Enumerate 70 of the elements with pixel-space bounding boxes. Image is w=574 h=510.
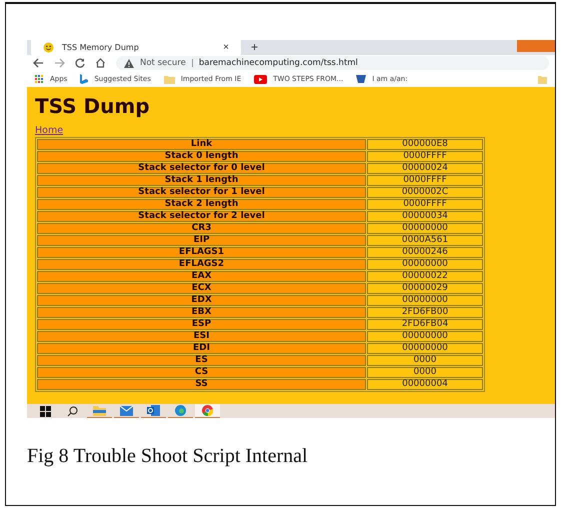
shield-icon: [356, 74, 366, 84]
address-bar[interactable]: Not secure baremachinecomputing.com/tss.html: [116, 56, 549, 70]
mail-icon[interactable]: [120, 406, 133, 416]
register-name-cell: EDI: [37, 343, 366, 354]
register-name-cell: Link: [37, 139, 366, 150]
close-tab-button[interactable]: ×: [223, 42, 229, 52]
register-name-cell: EBX: [37, 307, 366, 318]
register-name-cell: EFLAGS1: [37, 247, 366, 258]
url-text: baremachinecomputing.com/tss.html: [198, 58, 358, 68]
register-name-cell: ESI: [37, 331, 366, 342]
register-value-cell: 00000000: [367, 223, 483, 234]
register-name-cell: EDX: [37, 295, 366, 306]
b-logo-icon: [80, 74, 88, 84]
browser-tab[interactable]: TSS Memory Dump ×: [31, 40, 241, 55]
register-value-cell: 0000: [367, 367, 483, 378]
register-value-cell: 00000029: [367, 283, 483, 294]
register-value-cell: 0000: [367, 355, 483, 366]
register-value-cell: 00000000: [367, 295, 483, 306]
register-value-cell: 00000000: [367, 343, 483, 354]
figure-caption: Fig 8 Trouble Shoot Script Internal: [27, 445, 309, 468]
register-value-cell: 00000022: [367, 271, 483, 282]
register-name-cell: Stack 2 length: [37, 199, 366, 210]
register-value-cell: 0000FFFF: [367, 199, 483, 210]
play-icon: [254, 74, 268, 84]
register-value-cell: 0000002C: [367, 187, 483, 198]
tab-title: TSS Memory Dump: [62, 43, 140, 52]
register-name-cell: ECX: [37, 283, 366, 294]
register-value-cell: 2FD6FB00: [367, 307, 483, 318]
register-name-cell: Stack selector for 1 level: [37, 187, 366, 198]
register-value-cell: 2FD6FB04: [367, 319, 483, 330]
smiley-icon: [43, 42, 54, 53]
browser-icon[interactable]: [175, 405, 186, 416]
register-value-cell: 00000024: [367, 163, 483, 174]
register-value-cell: 0000FFFF: [367, 151, 483, 162]
grid-icon: [35, 74, 44, 84]
register-name-cell: EAX: [37, 271, 366, 282]
register-name-cell: CS: [37, 367, 366, 378]
register-name-cell: Stack selector for 2 level: [37, 211, 366, 222]
envelope-icon[interactable]: [147, 405, 160, 416]
register-value-cell: 0000A561: [367, 235, 483, 246]
register-name-cell: ES: [37, 355, 366, 366]
register-value-cell: 0000FFFF: [367, 175, 483, 186]
home-link[interactable]: Home: [35, 125, 548, 137]
search-icon[interactable]: [67, 406, 78, 416]
register-name-cell: Stack 1 length: [37, 175, 366, 186]
register-value-cell: 00000000: [367, 259, 483, 270]
register-name-cell: CR3: [37, 223, 366, 234]
register-name-cell: Stack 0 length: [37, 151, 366, 162]
reload-icon[interactable]: [75, 58, 85, 68]
register-name-cell: EIP: [37, 235, 366, 246]
security-label: Not secure: [140, 58, 186, 68]
page-heading: TSS Dump: [35, 94, 151, 118]
folder-icon[interactable]: [93, 406, 106, 416]
register-name-cell: Stack selector for 0 level: [37, 163, 366, 174]
register-value-cell: 000000E8: [367, 139, 483, 150]
register-name-cell: SS: [37, 379, 366, 390]
folder-icon: [164, 74, 175, 84]
register-value-cell: 00000034: [367, 211, 483, 222]
register-value-cell: 00000004: [367, 379, 483, 390]
register-name-cell: EFLAGS2: [37, 259, 366, 270]
register-name-cell: ESP: [37, 319, 366, 330]
windows-start-icon[interactable]: [40, 406, 51, 416]
register-value-cell: 00000246: [367, 247, 483, 258]
register-value-cell: 00000000: [367, 331, 483, 342]
new-tab-button[interactable]: +: [241, 40, 268, 55]
window-control: [517, 40, 555, 52]
home-icon[interactable]: [95, 58, 106, 68]
back-icon[interactable]: [33, 58, 44, 68]
browser-icon[interactable]: [202, 405, 213, 416]
warning-icon: [124, 58, 134, 68]
